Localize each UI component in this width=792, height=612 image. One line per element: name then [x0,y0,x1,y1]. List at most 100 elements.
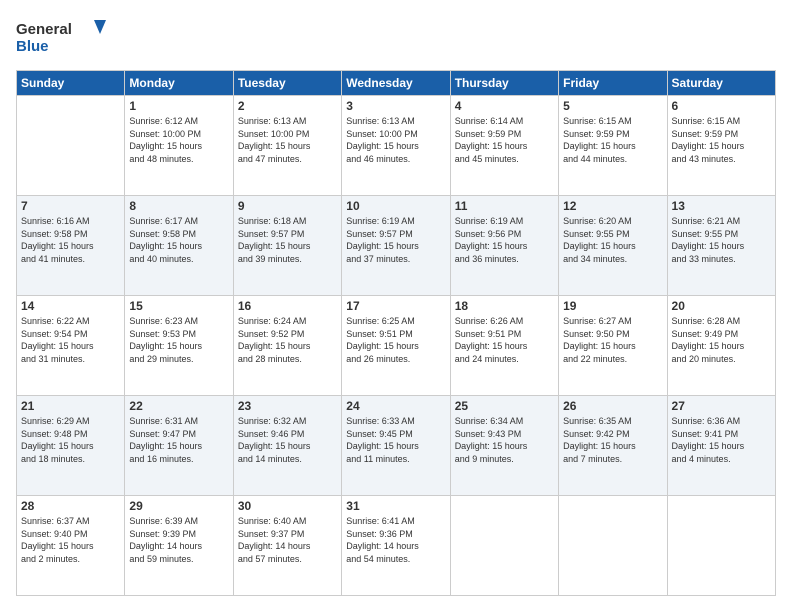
weekday-friday: Friday [559,71,667,96]
weekday-tuesday: Tuesday [233,71,341,96]
calendar-cell: 30 Sunrise: 6:40 AM Sunset: 9:37 PM Dayli… [233,496,341,596]
generalblue-logo: General Blue [16,16,106,60]
day-number: 6 [672,99,771,113]
day-number: 13 [672,199,771,213]
day-number: 27 [672,399,771,413]
day-info: Sunrise: 6:34 AM Sunset: 9:43 PM Dayligh… [455,415,554,465]
calendar-cell: 29 Sunrise: 6:39 AM Sunset: 9:39 PM Dayli… [125,496,233,596]
day-info: Sunrise: 6:37 AM Sunset: 9:40 PM Dayligh… [21,515,120,565]
day-info: Sunrise: 6:22 AM Sunset: 9:54 PM Dayligh… [21,315,120,365]
day-info: Sunrise: 6:18 AM Sunset: 9:57 PM Dayligh… [238,215,337,265]
calendar-cell: 13 Sunrise: 6:21 AM Sunset: 9:55 PM Dayli… [667,196,775,296]
calendar-cell [559,496,667,596]
day-info: Sunrise: 6:14 AM Sunset: 9:59 PM Dayligh… [455,115,554,165]
day-number: 2 [238,99,337,113]
day-info: Sunrise: 6:25 AM Sunset: 9:51 PM Dayligh… [346,315,445,365]
calendar-cell: 2 Sunrise: 6:13 AM Sunset: 10:00 PM Dayli… [233,96,341,196]
calendar-cell: 27 Sunrise: 6:36 AM Sunset: 9:41 PM Dayli… [667,396,775,496]
day-info: Sunrise: 6:15 AM Sunset: 9:59 PM Dayligh… [563,115,662,165]
day-number: 24 [346,399,445,413]
calendar-cell: 4 Sunrise: 6:14 AM Sunset: 9:59 PM Daylig… [450,96,558,196]
day-info: Sunrise: 6:35 AM Sunset: 9:42 PM Dayligh… [563,415,662,465]
day-number: 28 [21,499,120,513]
calendar-cell: 1Sunrise: 6:12 AM Sunset: 10:00 PM Dayli… [125,96,233,196]
weekday-monday: Monday [125,71,233,96]
day-info: Sunrise: 6:20 AM Sunset: 9:55 PM Dayligh… [563,215,662,265]
day-info: Sunrise: 6:21 AM Sunset: 9:55 PM Dayligh… [672,215,771,265]
day-info: Sunrise: 6:28 AM Sunset: 9:49 PM Dayligh… [672,315,771,365]
day-info: Sunrise: 6:15 AM Sunset: 9:59 PM Dayligh… [672,115,771,165]
day-number: 29 [129,499,228,513]
calendar-cell: 22 Sunrise: 6:31 AM Sunset: 9:47 PM Dayli… [125,396,233,496]
day-number: 5 [563,99,662,113]
week-row-1: 1Sunrise: 6:12 AM Sunset: 10:00 PM Dayli… [17,96,776,196]
calendar-cell: 8 Sunrise: 6:17 AM Sunset: 9:58 PM Daylig… [125,196,233,296]
calendar-cell: 12 Sunrise: 6:20 AM Sunset: 9:55 PM Dayli… [559,196,667,296]
calendar-cell [17,96,125,196]
day-info: Sunrise: 6:23 AM Sunset: 9:53 PM Dayligh… [129,315,228,365]
day-info: Sunrise: 6:33 AM Sunset: 9:45 PM Dayligh… [346,415,445,465]
day-number: 11 [455,199,554,213]
calendar-cell: 25 Sunrise: 6:34 AM Sunset: 9:43 PM Dayli… [450,396,558,496]
day-info: Sunrise: 6:27 AM Sunset: 9:50 PM Dayligh… [563,315,662,365]
calendar-cell: 18 Sunrise: 6:26 AM Sunset: 9:51 PM Dayli… [450,296,558,396]
calendar-cell: 16Sunrise: 6:24 AM Sunset: 9:52 PM Dayli… [233,296,341,396]
day-number: 30 [238,499,337,513]
day-number: 7 [21,199,120,213]
svg-text:Blue: Blue [16,38,49,55]
weekday-saturday: Saturday [667,71,775,96]
week-row-2: 7Sunrise: 6:16 AM Sunset: 9:58 PM Daylig… [17,196,776,296]
day-number: 26 [563,399,662,413]
calendar-cell: 26 Sunrise: 6:35 AM Sunset: 9:42 PM Dayli… [559,396,667,496]
week-row-3: 14 Sunrise: 6:22 AM Sunset: 9:54 PM Dayli… [17,296,776,396]
day-number: 21 [21,399,120,413]
day-number: 10 [346,199,445,213]
calendar-cell: 14 Sunrise: 6:22 AM Sunset: 9:54 PM Dayli… [17,296,125,396]
day-info: Sunrise: 6:31 AM Sunset: 9:47 PM Dayligh… [129,415,228,465]
day-info: Sunrise: 6:26 AM Sunset: 9:51 PM Dayligh… [455,315,554,365]
day-info: Sunrise: 6:40 AM Sunset: 9:37 PM Dayligh… [238,515,337,565]
day-info: Sunrise: 6:29 AM Sunset: 9:48 PM Dayligh… [21,415,120,465]
day-number: 14 [21,299,120,313]
day-number: 9 [238,199,337,213]
calendar-header: General Blue [16,16,776,60]
day-number: 18 [455,299,554,313]
day-info: Sunrise: 6:13 AM Sunset: 10:00 PM Daylig… [238,115,337,165]
day-number: 23 [238,399,337,413]
day-info: Sunrise: 6:19 AM Sunset: 9:56 PM Dayligh… [455,215,554,265]
day-info: Sunrise: 6:41 AM Sunset: 9:36 PM Dayligh… [346,515,445,565]
calendar-cell: 17 Sunrise: 6:25 AM Sunset: 9:51 PM Dayli… [342,296,450,396]
calendar-cell: 7Sunrise: 6:16 AM Sunset: 9:58 PM Daylig… [17,196,125,296]
day-info: Sunrise: 6:19 AM Sunset: 9:57 PM Dayligh… [346,215,445,265]
weekday-sunday: Sunday [17,71,125,96]
day-info: Sunrise: 6:39 AM Sunset: 9:39 PM Dayligh… [129,515,228,565]
day-number: 22 [129,399,228,413]
day-number: 8 [129,199,228,213]
calendar-cell: 24 Sunrise: 6:33 AM Sunset: 9:45 PM Dayli… [342,396,450,496]
weekday-thursday: Thursday [450,71,558,96]
day-number: 31 [346,499,445,513]
calendar-cell: 3Sunrise: 6:13 AM Sunset: 10:00 PM Dayli… [342,96,450,196]
calendar-cell: 5 Sunrise: 6:15 AM Sunset: 9:59 PM Daylig… [559,96,667,196]
day-number: 3 [346,99,445,113]
day-number: 19 [563,299,662,313]
day-number: 17 [346,299,445,313]
day-number: 25 [455,399,554,413]
calendar-cell [667,496,775,596]
day-info: Sunrise: 6:32 AM Sunset: 9:46 PM Dayligh… [238,415,337,465]
calendar-cell: 10 Sunrise: 6:19 AM Sunset: 9:57 PM Dayli… [342,196,450,296]
day-info: Sunrise: 6:17 AM Sunset: 9:58 PM Dayligh… [129,215,228,265]
calendar-cell: 19 Sunrise: 6:27 AM Sunset: 9:50 PM Dayli… [559,296,667,396]
logo: General Blue [16,16,106,60]
calendar-cell: 11 Sunrise: 6:19 AM Sunset: 9:56 PM Dayli… [450,196,558,296]
week-row-4: 21 Sunrise: 6:29 AM Sunset: 9:48 PM Dayli… [17,396,776,496]
day-number: 4 [455,99,554,113]
weekday-wednesday: Wednesday [342,71,450,96]
svg-text:General: General [16,21,72,38]
day-info: Sunrise: 6:36 AM Sunset: 9:41 PM Dayligh… [672,415,771,465]
calendar-cell: 31 Sunrise: 6:41 AM Sunset: 9:36 PM Dayli… [342,496,450,596]
week-row-5: 28 Sunrise: 6:37 AM Sunset: 9:40 PM Dayli… [17,496,776,596]
calendar-cell: 20 Sunrise: 6:28 AM Sunset: 9:49 PM Dayli… [667,296,775,396]
day-number: 20 [672,299,771,313]
day-number: 12 [563,199,662,213]
